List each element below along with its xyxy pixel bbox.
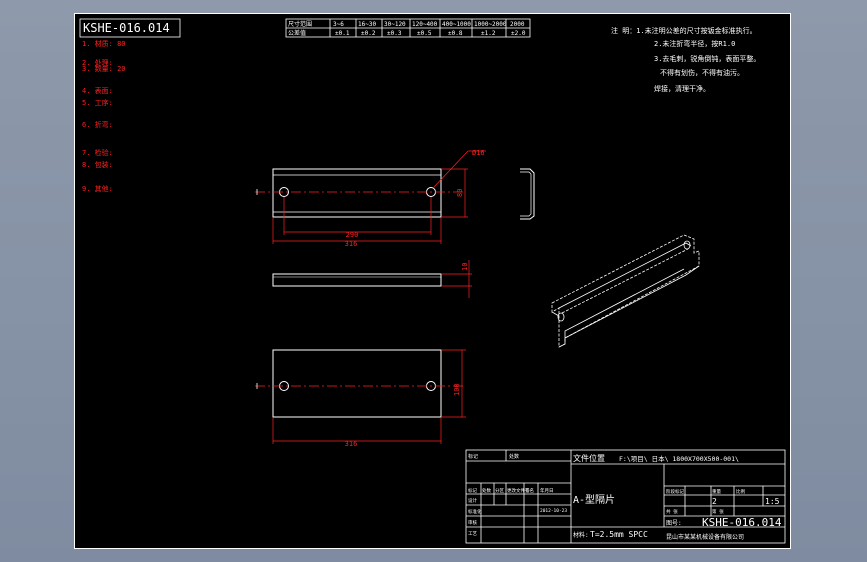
tb-label: 分区 — [495, 487, 504, 494]
file-location-label: 文件位置 — [573, 453, 605, 463]
tb-total-label: 共 张 — [666, 508, 678, 515]
quantity-value: 2 — [712, 497, 717, 506]
drawing-sheet[interactable]: KSHE-016.014 尺寸范围 公差值 3~6 16~30 30~120 1… — [74, 13, 791, 549]
note-right-line: 注 明：1.未注明公差的尺寸按钣金标准执行。 — [611, 26, 757, 35]
notes-left: 1. 材质: 80 2. 处理: 3. 数量: 20 4. 表面: 5. 工序:… — [82, 39, 126, 193]
front-view-dimensions — [272, 150, 486, 244]
cad-viewport[interactable]: KSHE-016.014 尺寸范围 公差值 3~6 16~30 30~120 1… — [0, 0, 867, 562]
note-left-line: 6. 折弯: — [82, 120, 113, 129]
notes-right: 注 明：1.未注明公差的尺寸按钣金标准执行。 2.未注折弯半径，按R1.0 3.… — [611, 26, 760, 93]
tolerance-value-cell: ±0.5 — [417, 30, 432, 37]
note-left-line: 8. 包装: — [82, 160, 113, 169]
tolerance-value-cell: ±0.1 — [335, 30, 350, 37]
tb-date: 2012-10-23 — [540, 508, 567, 514]
note-left-line: 5. 工序: — [82, 98, 113, 107]
sheet-border — [74, 13, 791, 549]
tb-label: 处数 — [482, 487, 491, 494]
scale-value: 1:5 — [765, 497, 780, 506]
tb-label: 审核 — [468, 519, 477, 526]
tolerance-range-cell: 1000~2000 — [474, 21, 507, 28]
tb-label: 设计 — [468, 497, 477, 504]
tolerance-range-cell: 3~6 — [333, 21, 344, 28]
drawing-number-label: 图号: — [666, 520, 682, 527]
tolerance-range-cell: 2000 — [510, 21, 525, 28]
tb-label: 签名 — [525, 487, 534, 494]
tb-label: 标准化 — [468, 508, 482, 515]
drawing-number-block: KSHE-016.014 — [702, 516, 782, 529]
bottom-view — [255, 349, 464, 418]
dim-hole-spacing: 290 — [346, 231, 359, 239]
note-left-line: 4. 表面: — [82, 86, 113, 95]
note-right-line: 不得有划伤，不得有油污。 — [660, 68, 744, 77]
tolerance-row-label-value: 公差值 — [288, 29, 306, 37]
dim-thickness: 10 — [461, 263, 469, 271]
tb-label: 工艺 — [468, 531, 477, 537]
bottom-view-dimensions — [272, 349, 466, 444]
dim-hole-diameter: Ø16 — [472, 149, 485, 157]
isometric-view — [551, 234, 700, 348]
tolerance-value-cell: ±0.3 — [387, 30, 402, 37]
tb-label-count: 处数 — [509, 453, 519, 460]
note-right-line: 2.未注折弯半径，按R1.0 — [654, 39, 735, 48]
tolerance-range-cell: 120~400 — [412, 21, 438, 28]
tb-label: 标记 — [468, 487, 477, 494]
part-name: A-型隔片 — [573, 493, 615, 506]
material-value: T=2.5mm SPCC — [590, 530, 648, 539]
note-left-line: 7. 检验: — [82, 148, 113, 157]
side-view-channel — [520, 168, 535, 220]
tb-weight-label: 重量 — [712, 488, 721, 495]
tb-label: 年月日 — [540, 487, 554, 494]
company-note: 昆山市某某机械设备有限公司 — [666, 533, 744, 541]
material-label: 材料: — [573, 531, 589, 539]
note-right-line: 3.去毛刺，锐角倒钝，表面平整。 — [654, 54, 760, 63]
tb-label-mark: 标记 — [468, 453, 478, 460]
tolerance-value-cell: ±2.0 — [511, 30, 526, 37]
drawing-canvas: KSHE-016.014 尺寸范围 公差值 3~6 16~30 30~120 1… — [74, 13, 791, 549]
drawing-number-top: KSHE-016.014 — [83, 21, 170, 35]
tolerance-value-cell: ±0.8 — [448, 30, 463, 37]
tolerance-row-label-range: 尺寸范围 — [288, 20, 312, 28]
dim-overall-length: 316 — [345, 240, 358, 248]
tolerance-value-cell: ±0.2 — [361, 30, 376, 37]
note-left-line: 1. 材质: 80 — [82, 39, 126, 48]
dim-bottom-length: 316 — [345, 440, 358, 448]
tolerance-range-cell: 16~30 — [358, 21, 376, 28]
top-view — [272, 273, 442, 287]
tolerance-range-cell: 30~120 — [384, 21, 406, 28]
note-left-line: 3. 数量: 20 — [82, 64, 126, 73]
tb-stage-label: 阶段标记 — [666, 488, 684, 495]
dim-height: 80 — [456, 189, 464, 197]
file-path: F:\项目\ 日本\ 1800X700X500-001\ — [619, 454, 739, 463]
note-left-line: 9. 其他: — [82, 184, 113, 193]
tolerance-value-cell: ±1.2 — [481, 30, 496, 37]
tb-scale-label: 比例 — [736, 488, 745, 495]
tolerance-range-cell: 400~1000 — [442, 21, 471, 28]
dim-bottom-height: 100 — [453, 383, 461, 396]
front-view — [255, 168, 464, 218]
note-right-line: 焊接，清理干净。 — [654, 84, 710, 93]
tb-sheet-label: 第 张 — [712, 508, 724, 515]
